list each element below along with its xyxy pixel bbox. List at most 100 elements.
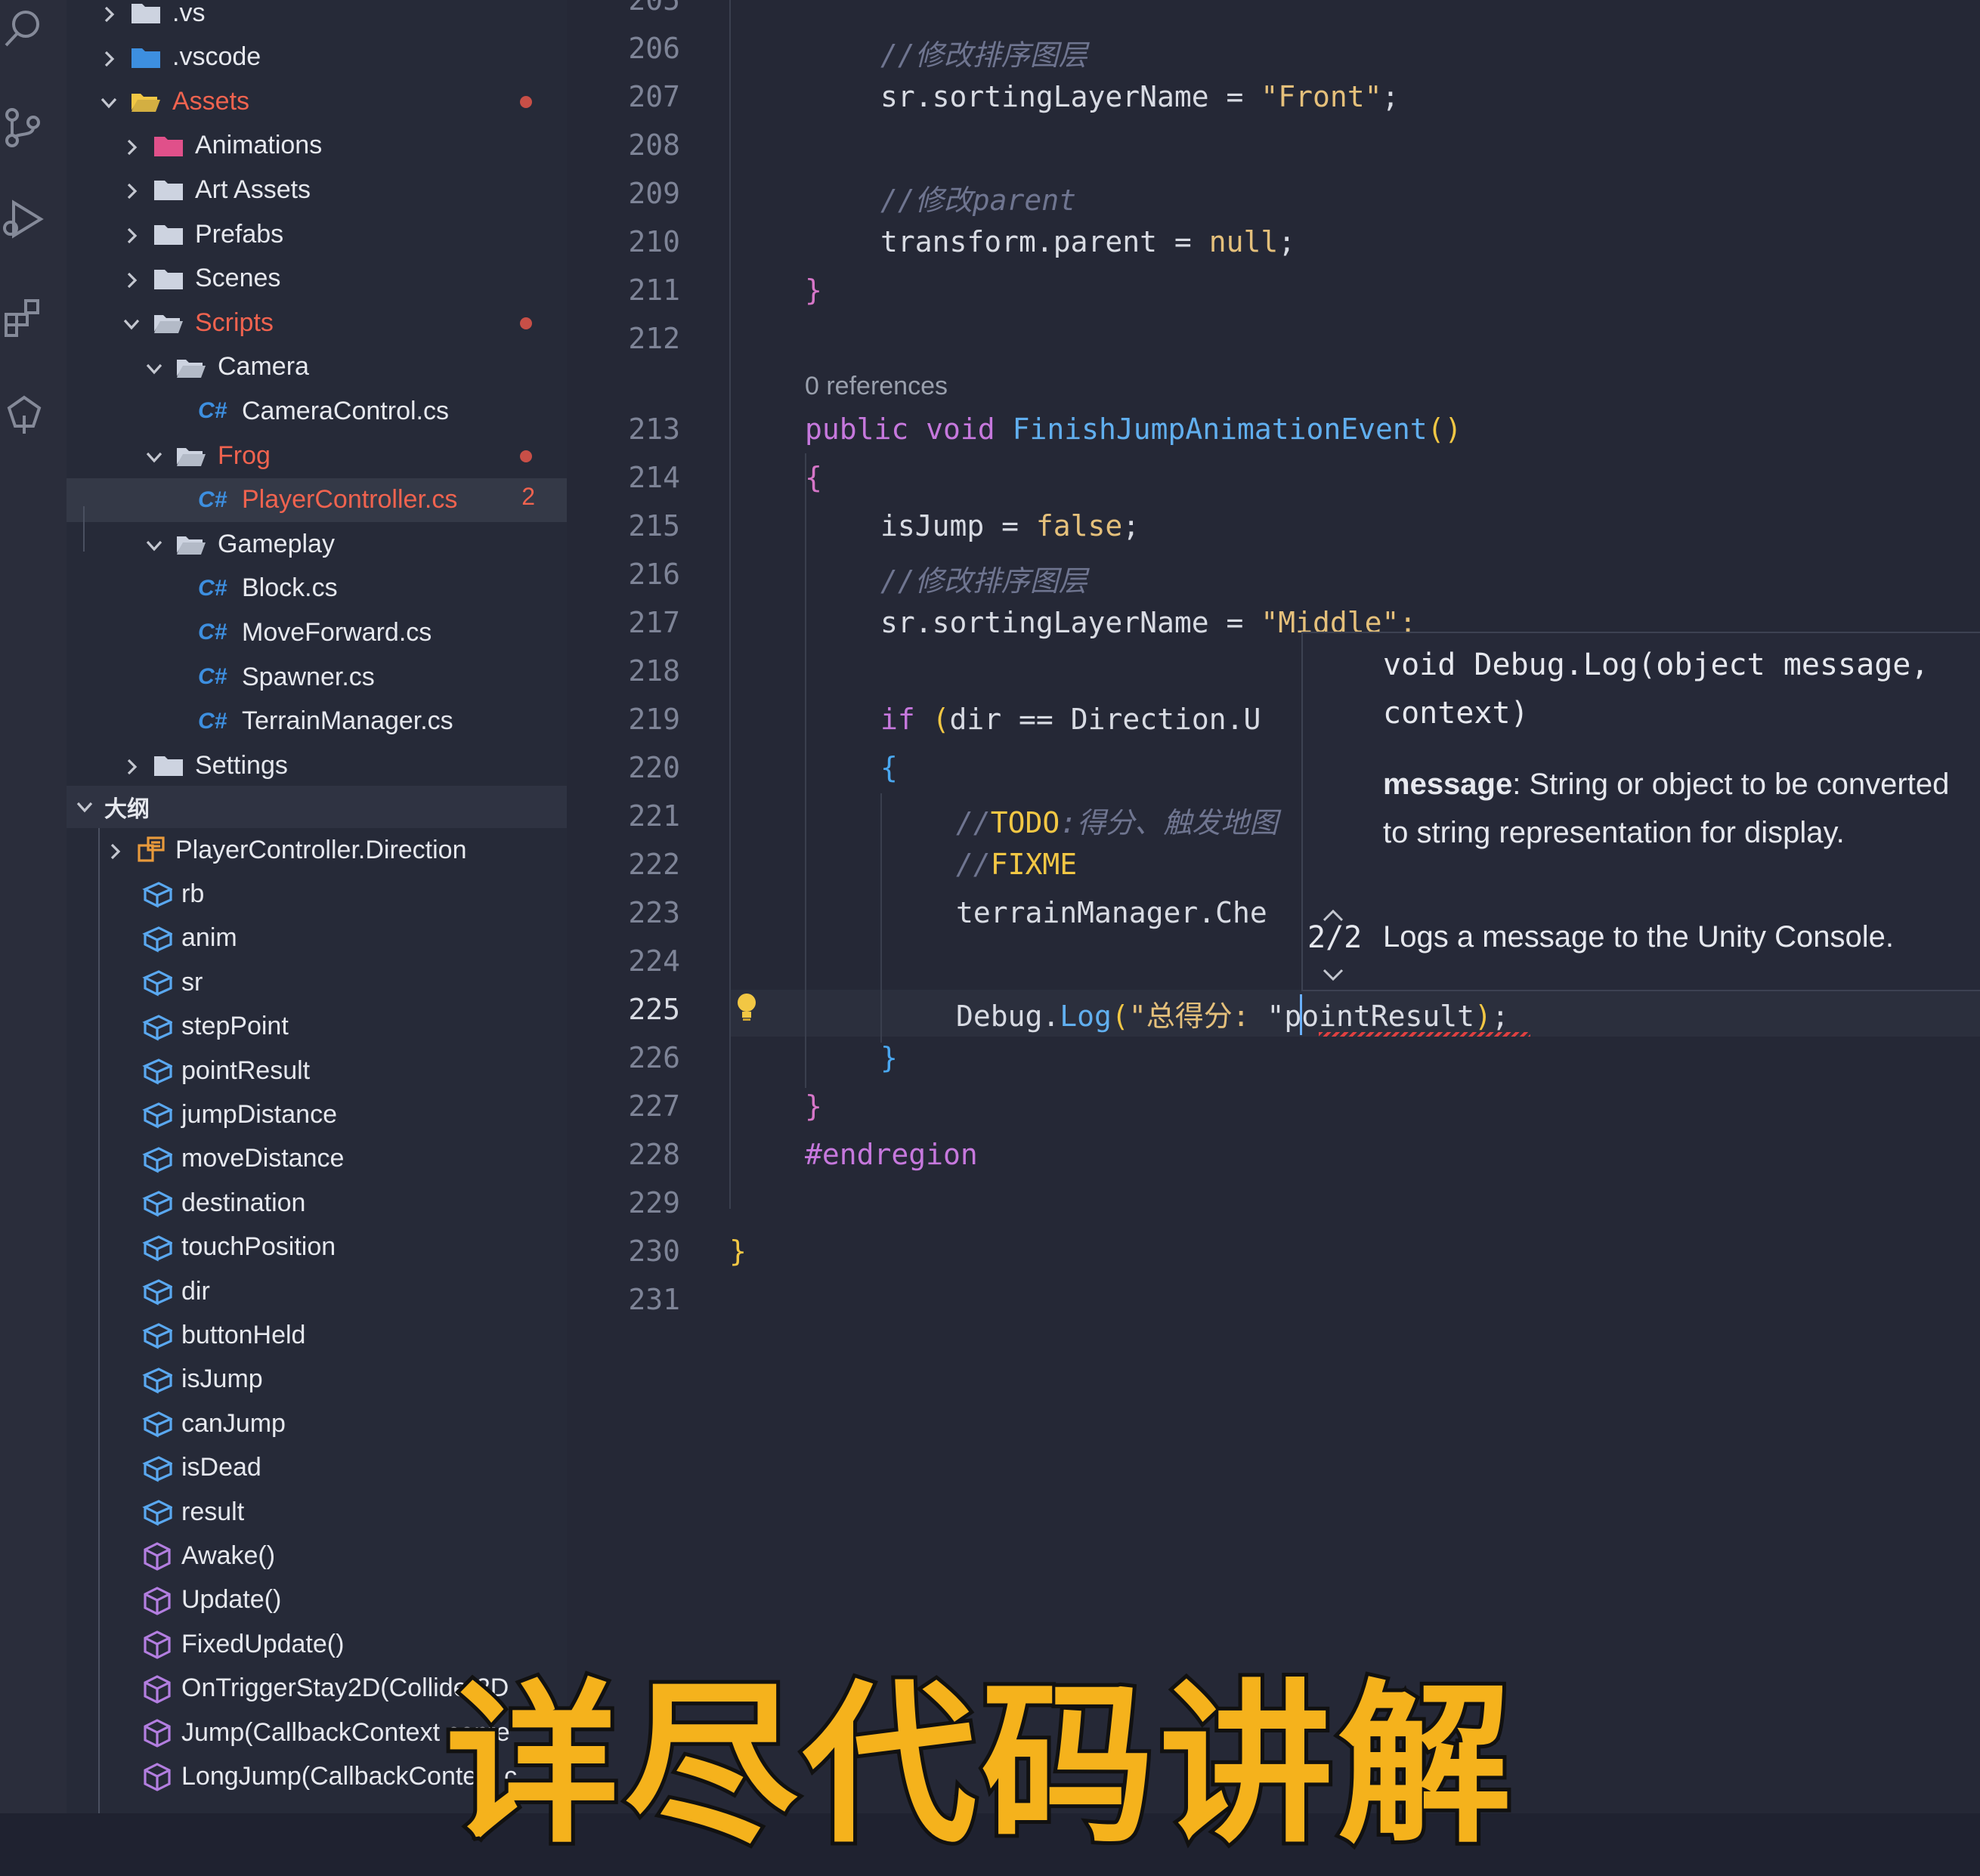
run-debug-icon[interactable] bbox=[3, 198, 45, 240]
line-number: 227 bbox=[628, 1089, 680, 1123]
outline-item[interactable]: isDead bbox=[67, 1446, 567, 1490]
explorer-item[interactable]: .vscode bbox=[67, 36, 567, 79]
code-line-230: } bbox=[729, 1235, 747, 1268]
explorer-item[interactable]: Frog bbox=[67, 434, 567, 477]
explorer-item[interactable]: Settings bbox=[67, 743, 567, 786]
outline-item-label: pointResult bbox=[181, 1055, 311, 1085]
code-line-220: { bbox=[880, 751, 898, 784]
explorer-item[interactable]: Animations bbox=[67, 124, 567, 168]
outline-item[interactable]: jumpDistance bbox=[67, 1093, 567, 1136]
problems-badge: 2 bbox=[521, 482, 535, 510]
outline-item-label: anim bbox=[181, 923, 237, 953]
line-number: 225 bbox=[628, 993, 680, 1026]
outline-item[interactable]: Awake() bbox=[67, 1534, 567, 1578]
chevron-right-icon bbox=[121, 224, 142, 245]
chevron-right-icon bbox=[104, 839, 125, 861]
code-editor[interactable]: 205 206 207 208 209 210 211 212 213 214 215 216 217 2… bbox=[567, 0, 1980, 1813]
outline-item[interactable]: anim bbox=[67, 916, 567, 960]
code-line-215: isJump = false; bbox=[880, 509, 1140, 542]
line-number: 221 bbox=[628, 799, 680, 833]
outline-item[interactable]: isJump bbox=[67, 1358, 567, 1402]
code-line-221: //TODO:得分、触发地图 bbox=[956, 806, 1279, 839]
hover-param-doc: message: String or object to be converte… bbox=[1383, 768, 1950, 849]
outline-item-label: jumpDistance bbox=[181, 1099, 337, 1129]
explorer-item[interactable]: Assets bbox=[67, 79, 567, 123]
explorer-item[interactable]: Prefabs bbox=[67, 212, 567, 256]
outline-item[interactable]: moveDistance bbox=[67, 1137, 567, 1181]
animation-folder-icon bbox=[153, 134, 184, 158]
explorer-item[interactable]: Gameplay bbox=[67, 522, 567, 566]
extensions-icon[interactable] bbox=[3, 296, 45, 338]
source-control-icon[interactable] bbox=[3, 106, 45, 148]
explorer-item-label: Prefabs bbox=[195, 219, 284, 249]
explorer-item[interactable]: C# MoveForward.cs bbox=[67, 610, 567, 654]
explorer-item[interactable]: C# CameraControl.cs bbox=[67, 389, 567, 433]
explorer-item[interactable]: C# PlayerController.cs 2 bbox=[67, 477, 567, 522]
video-caption: 详尽代码讲解 bbox=[442, 1661, 1517, 1871]
hover-description: Logs a message to the Unity Console. bbox=[1383, 920, 1894, 953]
lightbulb-icon[interactable] bbox=[735, 992, 758, 1022]
line-number: 218 bbox=[628, 654, 680, 688]
chevron-down-icon[interactable] bbox=[1318, 966, 1348, 984]
outline-item[interactable]: destination bbox=[67, 1181, 567, 1225]
codelens-references[interactable]: 0 references bbox=[805, 372, 948, 401]
outline-item-label: Update() bbox=[181, 1585, 282, 1615]
explorer-item[interactable]: C# Block.cs bbox=[67, 567, 567, 610]
line-number: 226 bbox=[628, 1041, 680, 1074]
outline-item-label: rb bbox=[181, 879, 205, 908]
outline-item[interactable]: buttonHeld bbox=[67, 1313, 567, 1357]
field-icon bbox=[142, 1055, 174, 1086]
explorer-item[interactable]: Scripts bbox=[67, 301, 567, 345]
line-number: 222 bbox=[628, 848, 680, 881]
explorer-item[interactable]: Art Assets bbox=[67, 168, 567, 212]
method-icon bbox=[142, 1585, 172, 1615]
explorer-item[interactable]: Scenes bbox=[67, 257, 567, 301]
outline-item-label: isJump bbox=[181, 1365, 263, 1394]
outline-item[interactable]: sr bbox=[67, 960, 567, 1004]
explorer-item[interactable]: C# Spawner.cs bbox=[67, 655, 567, 699]
outline-item[interactable]: stepPoint bbox=[67, 1005, 567, 1049]
folder-icon bbox=[175, 355, 207, 379]
outline-item[interactable]: Update() bbox=[67, 1578, 567, 1622]
explorer-item[interactable]: .vs bbox=[67, 0, 567, 35]
csharp-file-icon: C# bbox=[198, 664, 227, 689]
outline-item[interactable]: result bbox=[67, 1490, 567, 1534]
outline-item[interactable]: pointResult bbox=[67, 1049, 567, 1093]
csharp-file-icon: C# bbox=[198, 620, 227, 645]
indent-guide bbox=[98, 828, 100, 1813]
outline-header[interactable]: 大纲 bbox=[67, 786, 567, 828]
explorer-item[interactable]: C# TerrainManager.cs bbox=[67, 700, 567, 743]
outline-item[interactable]: PlayerController.Direction bbox=[67, 828, 567, 872]
testing-icon[interactable] bbox=[3, 393, 45, 435]
outline-item[interactable]: canJump bbox=[67, 1402, 567, 1445]
line-number: 231 bbox=[628, 1283, 680, 1316]
enum-icon bbox=[136, 835, 166, 865]
overload-counter: 2/2 bbox=[1307, 920, 1363, 955]
line-number: 209 bbox=[628, 177, 680, 210]
explorer-item-label: Frog bbox=[218, 440, 271, 470]
outline-item[interactable]: dir bbox=[67, 1269, 567, 1313]
explorer-item-label: Scenes bbox=[195, 264, 281, 293]
line-number: 228 bbox=[628, 1138, 680, 1171]
field-icon bbox=[142, 967, 174, 997]
sidebar: .vs .vscode Assets Animations Art Assets Pref… bbox=[67, 0, 567, 1813]
line-number: 216 bbox=[628, 558, 680, 591]
code-line-213: public void FinishJumpAnimationEvent() bbox=[805, 413, 1462, 446]
field-icon bbox=[142, 879, 174, 909]
line-number: 208 bbox=[628, 128, 680, 162]
search-icon[interactable] bbox=[3, 8, 45, 50]
hover-signature: void Debug.Log(object message, context) bbox=[1383, 647, 1929, 731]
field-icon bbox=[142, 1497, 174, 1527]
field-icon bbox=[142, 1188, 174, 1218]
error-squiggle bbox=[1319, 1032, 1530, 1037]
folder-icon bbox=[130, 1, 162, 25]
code-line-223: terrainManager.Che bbox=[956, 896, 1267, 929]
outline-item[interactable]: touchPosition bbox=[67, 1225, 567, 1269]
explorer-item-label: Art Assets bbox=[195, 175, 311, 204]
chevron-right-icon bbox=[98, 2, 119, 23]
folder-icon bbox=[175, 444, 207, 468]
outline-item[interactable]: rb bbox=[67, 872, 567, 916]
folder-icon bbox=[153, 222, 184, 246]
explorer-item[interactable]: Camera bbox=[67, 345, 567, 389]
explorer-item-label: Assets bbox=[172, 86, 250, 116]
